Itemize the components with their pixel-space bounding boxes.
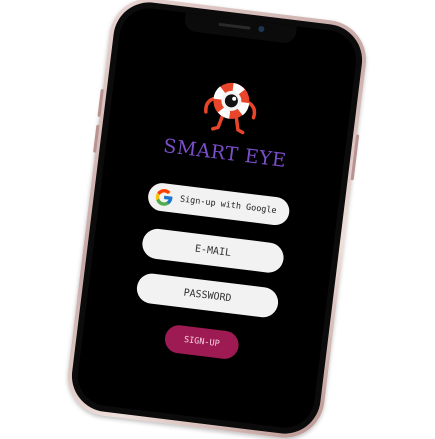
phone-bezel: SMART EYE Sign-up with Google SIGN-UP (67, 0, 367, 438)
phone-screen: SMART EYE Sign-up with Google SIGN-UP (74, 4, 360, 432)
signup-screen: SMART EYE Sign-up with Google SIGN-UP (75, 5, 360, 431)
signup-button[interactable]: SIGN-UP (163, 323, 241, 361)
app-title: SMART EYE (162, 135, 288, 172)
stage: SMART EYE Sign-up with Google SIGN-UP (0, 0, 435, 439)
phone-frame: SMART EYE Sign-up with Google SIGN-UP (63, 0, 371, 439)
google-signup-button[interactable]: Sign-up with Google (146, 181, 291, 227)
google-g-icon (155, 189, 173, 206)
password-field[interactable] (135, 271, 280, 319)
email-field[interactable] (140, 227, 286, 275)
eye-mascot-icon (204, 82, 257, 135)
google-signup-label: Sign-up with Google (179, 194, 278, 217)
